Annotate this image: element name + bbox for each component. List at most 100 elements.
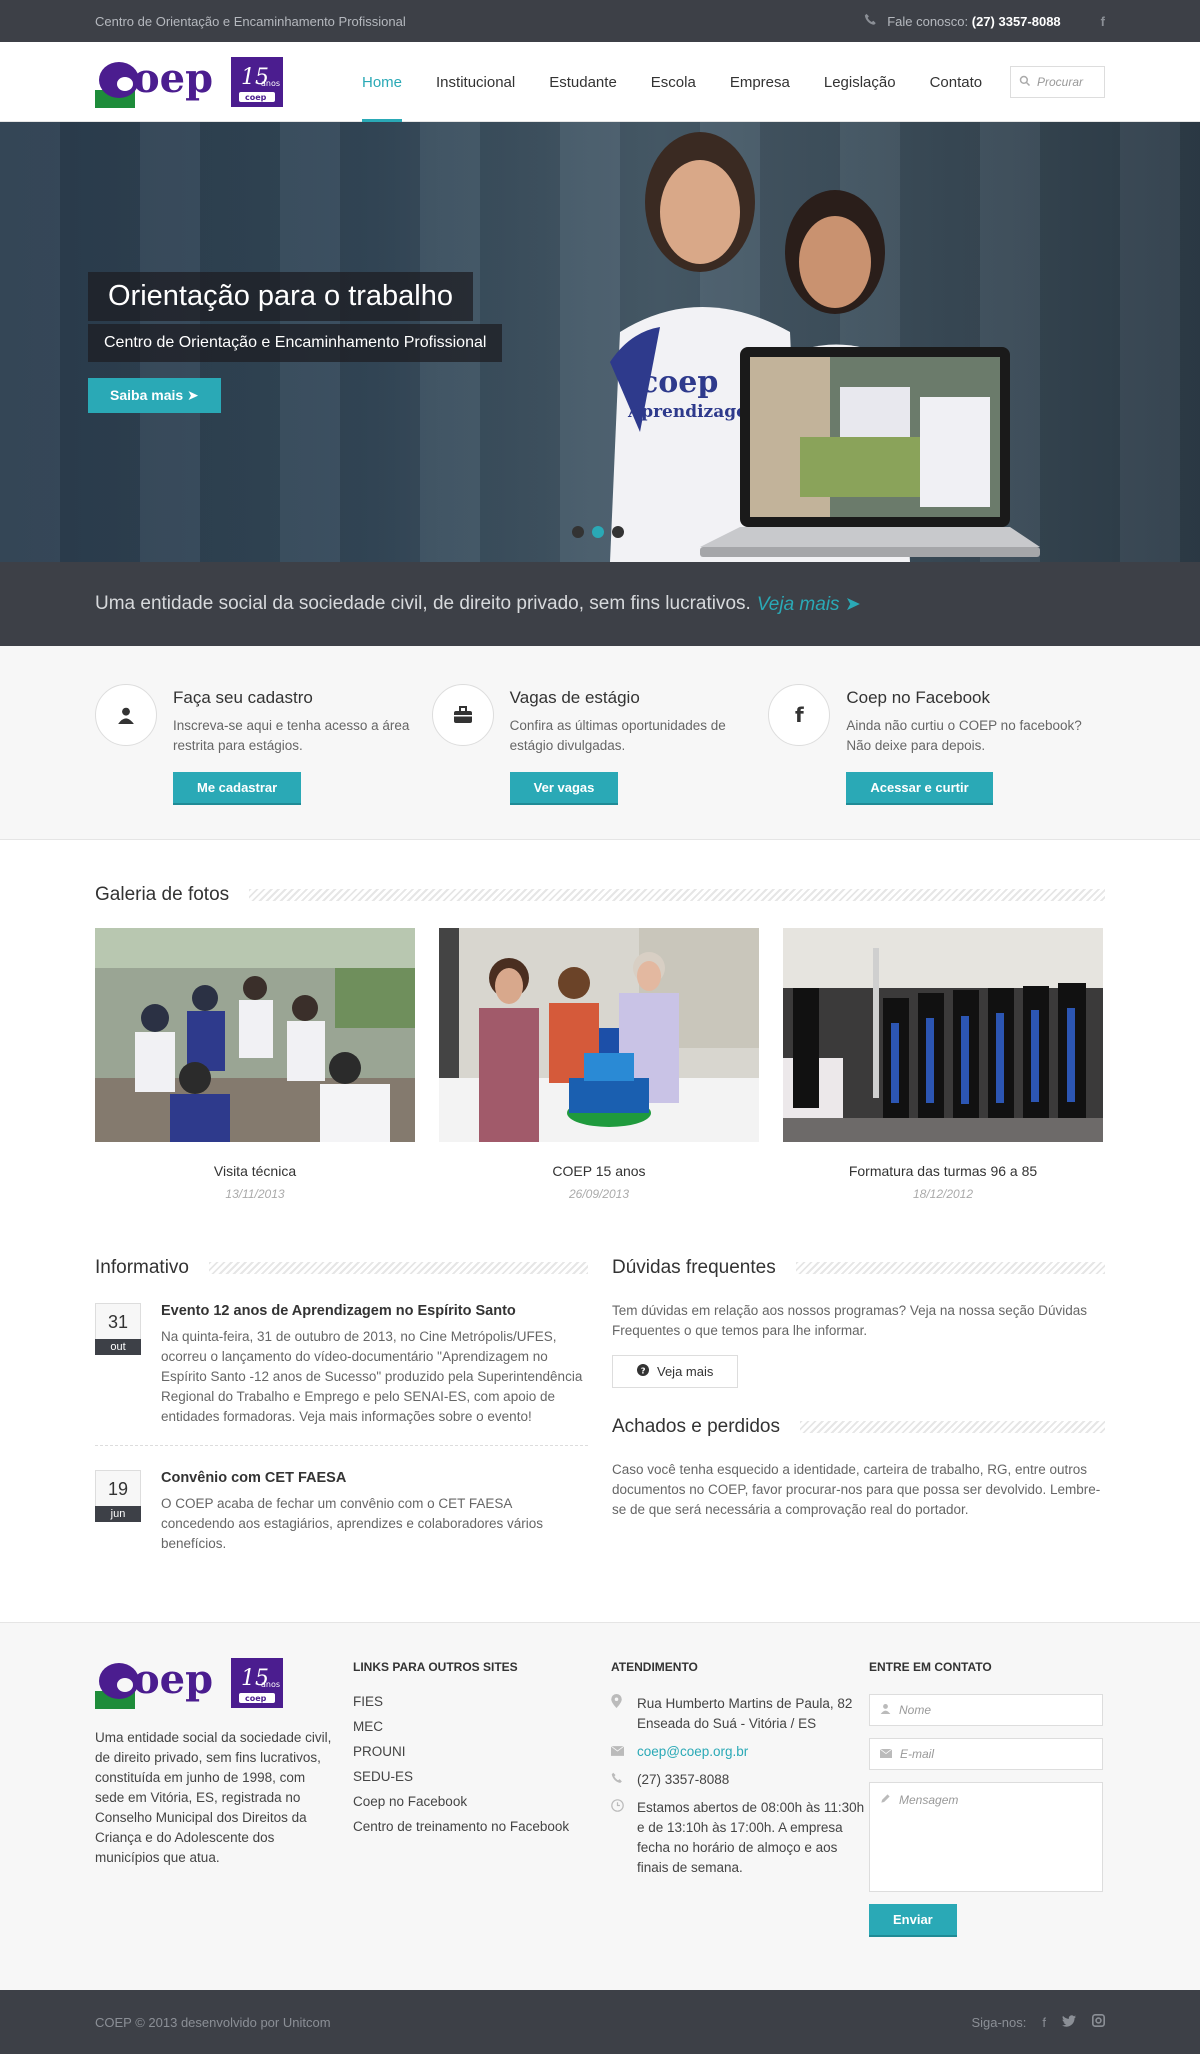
follow-label: Siga-nos:: [971, 2014, 1027, 2030]
footer-link-centro[interactable]: Centro de treinamento no Facebook: [353, 1819, 611, 1834]
search-placeholder: Procurar: [1037, 75, 1084, 89]
features-section: Faça seu cadastro Inscreva-se aqui e ten…: [0, 646, 1200, 840]
slider-dot-1[interactable]: [572, 526, 584, 538]
footer-link-fies[interactable]: FIES: [353, 1694, 611, 1709]
lost-found-text: Caso você tenha esquecido a identidade, …: [612, 1462, 1101, 1517]
name-field[interactable]: Nome: [869, 1694, 1103, 1726]
gallery-section: Galeria de fotos Visita técnica 13/11/20…: [95, 840, 1105, 1572]
gallery-item[interactable]: Visita técnica 13/11/2013: [95, 928, 415, 1201]
clock-icon: [611, 1798, 625, 1878]
me-cadastrar-button[interactable]: Me cadastrar: [173, 772, 302, 805]
news-item[interactable]: 19 jun Convênio com CET FAESA O COEP aca…: [95, 1445, 588, 1572]
phone-icon: [611, 1770, 625, 1790]
top-tagline: Centro de Orientação e Encaminhamento Pr…: [95, 13, 406, 29]
footer-link-facebook[interactable]: Coep no Facebook: [353, 1794, 611, 1809]
footer-link-prouni[interactable]: PROUNI: [353, 1744, 611, 1759]
footer-about: Uma entidade social da sociedade civil, …: [95, 1730, 332, 1865]
slider-dot-3[interactable]: [612, 526, 624, 538]
gallery-photo[interactable]: [95, 928, 415, 1142]
feature-facebook: f Coep no Facebook Ainda não curtiu o CO…: [768, 684, 1105, 805]
info-section: Informativo 31 out Evento 12 anos de Apr…: [95, 1257, 1105, 1572]
bottom-bar: COEP © 2013 desenvolvido por Unitcom Sig…: [0, 1990, 1200, 2054]
pencil-icon: [880, 1793, 891, 1881]
feature-text: Ainda não curtiu o COEP no facebook? Não…: [846, 718, 1082, 753]
slider-dots: [572, 526, 624, 538]
footer-heading: LINKS PARA OUTROS SITES: [353, 1660, 518, 1674]
gallery-item[interactable]: Formatura das turmas 96 a 85 18/12/2012: [783, 928, 1103, 1201]
svg-text:oep: oep: [133, 1656, 213, 1703]
arrow-circle-icon: ➤: [844, 593, 861, 615]
nav-estudante[interactable]: Estudante: [532, 42, 634, 122]
nav-institucional[interactable]: Institucional: [419, 42, 532, 122]
nav-legislacao[interactable]: Legislação: [807, 42, 913, 122]
faq-veja-mais-button[interactable]: ? Veja mais: [612, 1355, 739, 1388]
footer-link-sedu[interactable]: SEDU-ES: [353, 1769, 611, 1784]
hero-slider: coep Aprendizage Orientação para o traba…: [0, 122, 1200, 562]
map-marker-icon: [611, 1694, 625, 1734]
feature-title: Faça seu cadastro: [173, 688, 313, 707]
nav-escola[interactable]: Escola: [634, 42, 713, 122]
section-heading: Informativo: [95, 1257, 189, 1278]
header: oep 15 anos coep Home Institucional Estu…: [0, 42, 1200, 122]
acessar-curtir-button[interactable]: Acessar e curtir: [846, 772, 993, 805]
phone-icon: [864, 13, 877, 29]
faq-column: Dúvidas frequentes Tem dúvidas em relaçã…: [612, 1257, 1105, 1572]
search-icon: [1019, 75, 1031, 90]
news-item[interactable]: 31 out Evento 12 anos de Aprendizagem no…: [95, 1279, 588, 1445]
feature-cadastro: Faça seu cadastro Inscreva-se aqui e ten…: [95, 684, 432, 805]
message-field[interactable]: Mensagem: [869, 1782, 1103, 1892]
address: Rua Humberto Martins de Paula, 82 Ensead…: [637, 1696, 853, 1731]
send-button[interactable]: Enviar: [869, 1904, 957, 1937]
nav-empresa[interactable]: Empresa: [713, 42, 807, 122]
svg-text:oep: oep: [133, 55, 213, 102]
news-title[interactable]: Evento 12 anos de Aprendizagem no Espíri…: [161, 1303, 588, 1319]
svg-text:?: ?: [641, 1365, 646, 1375]
feature-vagas: Vagas de estágio Confira as últimas opor…: [431, 684, 769, 805]
email-link[interactable]: coep@coep.org.br: [637, 1742, 748, 1762]
facebook-icon[interactable]: f: [1042, 2015, 1046, 2030]
nav-home[interactable]: Home: [345, 42, 419, 122]
copyright: COEP © 2013 desenvolvido por Unitcom: [95, 2014, 331, 2030]
instagram-icon[interactable]: [1092, 2014, 1105, 2030]
twitter-icon[interactable]: [1062, 2014, 1076, 2030]
news-title[interactable]: Convênio com CET FAESA: [161, 1470, 588, 1486]
briefcase-icon: [431, 684, 494, 746]
informativo-column: Informativo 31 out Evento 12 anos de Apr…: [95, 1257, 588, 1572]
phone-number: (27) 3357-8088: [637, 1772, 730, 1787]
search-input[interactable]: Procurar: [1010, 66, 1105, 98]
ver-vagas-button[interactable]: Ver vagas: [509, 772, 619, 805]
gallery-date: 18/12/2012: [912, 1187, 974, 1201]
phone-contact: Fale conosco: (27) 3357-8088: [887, 13, 1061, 29]
hero-subtitle: Centro de Orientação e Encaminhamento Pr…: [88, 324, 503, 362]
gallery-date: 13/11/2013: [225, 1187, 285, 1201]
facebook-icon: f: [768, 684, 831, 746]
facebook-icon[interactable]: f: [1101, 14, 1105, 29]
gallery-item[interactable]: COEP 15 anos 26/09/2013: [439, 928, 759, 1201]
email-field[interactable]: E-mail: [869, 1738, 1103, 1770]
footer: oep 15 anos coep Uma entidade social da …: [0, 1622, 1200, 1990]
gallery-date: 26/09/2013: [568, 1187, 630, 1201]
footer-link-mec[interactable]: MEC: [353, 1719, 611, 1734]
svg-text:coep: coep: [245, 1694, 267, 1703]
faq-text: Tem dúvidas em relação aos nossos progra…: [612, 1303, 1088, 1338]
saiba-mais-button[interactable]: Saiba mais ➤: [88, 378, 221, 413]
user-icon: [880, 1703, 891, 1717]
veja-mais-link[interactable]: Veja mais ➤: [757, 593, 861, 616]
hero-title: Orientação para o trabalho: [88, 272, 473, 321]
footer-logo[interactable]: oep 15 anos coep: [95, 1655, 353, 1714]
gallery-photo[interactable]: [439, 928, 759, 1142]
tagline-bar: Uma entidade social da sociedade civil, …: [0, 562, 1200, 646]
news-text: Na quinta-feira, 31 de outubro de 2013, …: [161, 1329, 583, 1424]
nav-contato[interactable]: Contato: [913, 42, 1000, 122]
envelope-icon: [879, 1747, 893, 1761]
feature-text: Confira as últimas oportunidades de está…: [509, 718, 726, 753]
slider-dot-2[interactable]: [592, 526, 604, 538]
gallery-caption: COEP 15 anos: [552, 1163, 646, 1179]
feature-text: Inscreva-se aqui e tenha acesso a área r…: [173, 718, 410, 753]
coep-logo[interactable]: oep 15 anos coep: [95, 54, 345, 110]
hero-laptop-image: [700, 347, 1040, 557]
gallery-photo[interactable]: [783, 928, 1103, 1142]
envelope-icon: [610, 1742, 625, 1762]
gallery-caption: Formatura das turmas 96 a 85: [848, 1163, 1038, 1179]
footer-heading: ENTRE EM CONTATO: [869, 1660, 992, 1674]
